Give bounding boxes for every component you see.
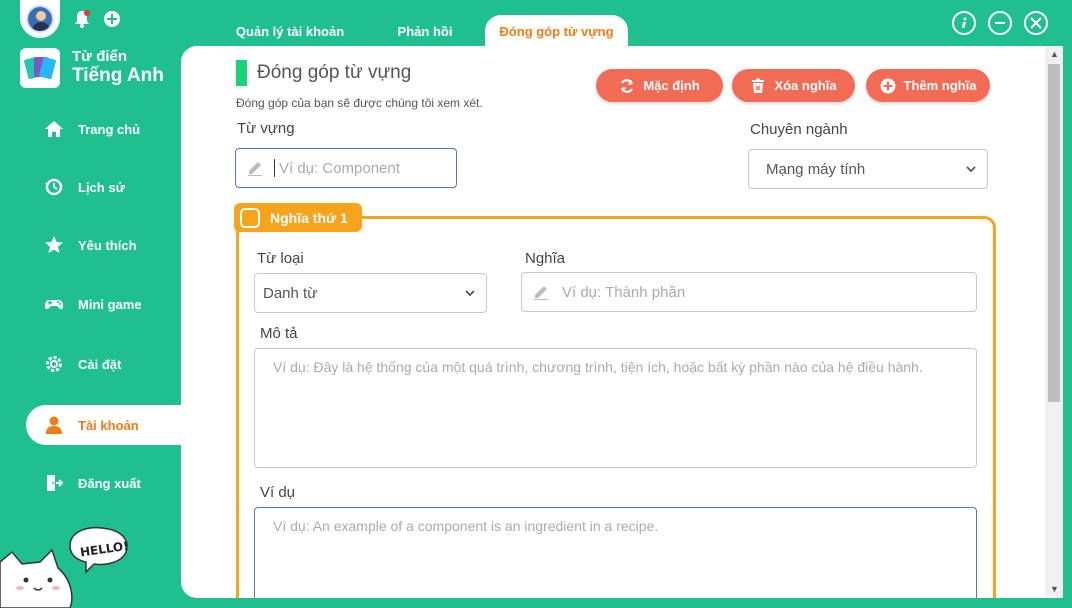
main-panel: ▲ ▼ Đóng góp từ vựng Đóng góp của bạn sẽ… <box>181 46 1063 598</box>
avatar-button[interactable] <box>20 0 60 38</box>
sidebar-item-home[interactable]: Trang chủ <box>26 109 182 149</box>
sidebar-item-label: Cài đặt <box>78 356 122 372</box>
sidebar-item-account[interactable]: Tài khoản <box>26 405 182 445</box>
plus-circle-icon[interactable] <box>103 10 121 28</box>
star-icon <box>45 236 63 253</box>
tab-feedback[interactable]: Phản hồi <box>380 15 470 47</box>
refresh-icon <box>621 78 634 93</box>
button-label: Xóa nghĩa <box>774 78 837 93</box>
chevron-down-icon <box>966 166 976 173</box>
user-icon <box>46 416 62 434</box>
close-icon <box>1030 17 1042 29</box>
example-placeholder: Ví dụ: An example of a component is an i… <box>273 518 659 534</box>
sidebar-item-label: Yêu thích <box>78 237 137 253</box>
minimize-icon <box>995 22 1005 24</box>
sidebar-item-history[interactable]: Lịch sử <box>26 167 182 207</box>
button-label: Thêm nghĩa <box>903 78 977 93</box>
delete-meaning-button[interactable]: Xóa nghĩa <box>732 69 855 102</box>
bell-icon[interactable] <box>72 9 92 29</box>
field-label: Chuyên ngành <box>750 121 848 138</box>
sidebar-item-minigame[interactable]: Mini game <box>26 284 182 324</box>
avatar <box>26 5 54 33</box>
sidebar-item-label: Lịch sử <box>78 179 125 195</box>
plus-circle-icon <box>880 78 896 93</box>
vertical-scrollbar[interactable]: ▲ ▼ <box>1045 46 1063 598</box>
info-icon <box>962 17 967 28</box>
brand-line1: Từ điển <box>72 48 128 66</box>
pencil-icon <box>248 162 262 176</box>
example-label: Ví dụ <box>260 484 296 501</box>
app-logo-icon <box>20 48 60 88</box>
meaning-badge: Nghĩa thứ 1 <box>234 203 362 232</box>
page-title: Đóng góp từ vựng <box>257 62 412 83</box>
info-button[interactable] <box>952 11 976 35</box>
meaning-label: Nghĩa <box>525 250 566 267</box>
gear-icon <box>46 356 62 372</box>
meaning-placeholder: Ví dụ: Thành phần <box>562 283 686 301</box>
tab-label: Phản hồi <box>397 23 453 39</box>
cat-mascot-icon: HELLO! <box>0 526 129 608</box>
sidebar-item-logout[interactable]: Đăng xuất <box>26 463 182 503</box>
description-placeholder: Ví dụ: Đây là hệ thống của một quá trình… <box>273 359 923 375</box>
trash-icon <box>752 78 765 93</box>
sidebar-item-label: Trang chủ <box>78 121 141 137</box>
meaning-checkbox[interactable] <box>240 207 260 228</box>
brand: Từ điển Tiếng Anh <box>20 48 164 88</box>
word-type-label: Từ loại <box>257 250 304 267</box>
field-select[interactable]: Mạng máy tính <box>748 149 988 189</box>
brand-line2: Tiếng Anh <box>72 64 164 86</box>
description-label: Mô tả <box>260 325 298 342</box>
close-button[interactable] <box>1024 11 1048 35</box>
vocab-placeholder: Ví dụ: Component <box>279 159 400 177</box>
field-select-value: Mạng máy tính <box>766 160 866 178</box>
sidebar-item-label: Tài khoản <box>78 417 139 433</box>
sidebar-item-favorites[interactable]: Yêu thích <box>26 225 182 265</box>
sidebar-item-label: Đăng xuất <box>78 475 141 491</box>
scroll-thumb[interactable] <box>1048 64 1060 402</box>
example-textarea[interactable]: Ví dụ: An example of a component is an i… <box>254 507 977 598</box>
tab-label: Đóng góp từ vựng <box>499 23 614 39</box>
meaning-input[interactable]: Ví dụ: Thành phần <box>521 272 977 312</box>
sidebar: Từ điển Tiếng Anh Trang chủ Lịch sử Yêu … <box>0 0 182 608</box>
home-icon <box>45 121 63 137</box>
vocab-label: Từ vựng <box>237 120 295 137</box>
chevron-down-icon <box>465 290 475 297</box>
title-accent-bar <box>236 60 247 86</box>
minimize-button[interactable] <box>988 11 1012 35</box>
history-icon <box>45 178 63 196</box>
pencil-icon <box>534 286 548 300</box>
gamepad-icon <box>45 300 63 310</box>
description-textarea[interactable]: Ví dụ: Đây là hệ thống của một quá trình… <box>254 348 977 468</box>
sidebar-item-settings[interactable]: Cài đặt <box>26 344 182 384</box>
reset-default-button[interactable]: Mặc định <box>596 69 723 102</box>
meaning-badge-label: Nghĩa thứ 1 <box>270 209 348 226</box>
vocab-input[interactable]: Ví dụ: Component <box>235 148 457 188</box>
tab-label: Quản lý tài khoản <box>235 23 345 39</box>
tab-contribute-vocab[interactable]: Đóng góp từ vựng <box>485 15 628 47</box>
word-type-select[interactable]: Danh từ <box>254 273 487 313</box>
sidebar-item-label: Mini game <box>78 296 142 312</box>
scroll-up-icon[interactable]: ▲ <box>1050 49 1059 59</box>
add-meaning-button[interactable]: Thêm nghĩa <box>866 69 990 102</box>
page-subtitle: Đóng góp của bạn sẽ được chúng tôi xem x… <box>236 96 483 110</box>
word-type-value: Danh từ <box>263 284 318 302</box>
scroll-down-icon[interactable]: ▼ <box>1050 584 1059 594</box>
button-label: Mặc định <box>643 78 700 93</box>
tab-account-management[interactable]: Quản lý tài khoản <box>222 15 358 47</box>
logout-icon <box>47 475 64 491</box>
